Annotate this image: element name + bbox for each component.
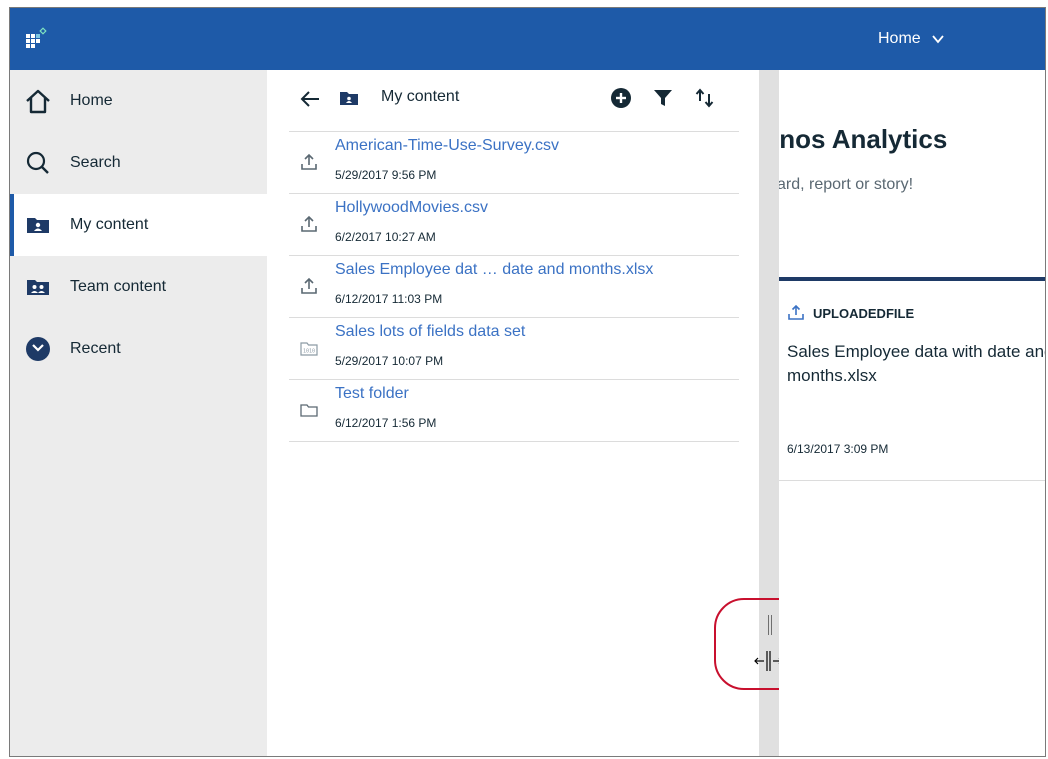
nav-item-recent[interactable]: Recent — [10, 318, 267, 380]
item-name[interactable]: HollywoodMovies.csv — [335, 199, 488, 217]
grip-icon[interactable] — [766, 614, 774, 636]
card-type-label: UPLOADEDFILE — [813, 305, 915, 321]
list-item[interactable]: American-Time-Use-Survey.csv 5/29/2017 9… — [289, 132, 739, 194]
top-bar: Home — [10, 8, 1045, 70]
folder-icon — [300, 404, 318, 417]
nav-item-search[interactable]: Search — [10, 132, 267, 194]
welcome-page-background: ınos Analytics ard, report or story! UPL… — [779, 70, 1045, 756]
plus-circle-icon — [611, 88, 631, 108]
sort-icon — [695, 88, 714, 108]
svg-text:1010: 1010 — [303, 349, 315, 355]
search-icon — [24, 149, 52, 177]
upload-icon — [301, 153, 317, 170]
upload-icon — [301, 277, 317, 294]
nav-item-team-content[interactable]: Team content — [10, 256, 267, 318]
nav-item-label: Team content — [70, 278, 167, 295]
left-nav: Home Search My content Team content Rece… — [10, 70, 267, 756]
app-logo-icon[interactable] — [26, 26, 50, 50]
item-date: 6/12/2017 1:56 PM — [335, 416, 437, 430]
card-divider — [779, 480, 1045, 481]
item-date: 6/2/2017 10:27 AM — [335, 230, 436, 244]
app-window: Home Home Search My content Team content… — [9, 7, 1046, 757]
nav-item-label: My content — [70, 216, 149, 233]
nav-item-label: Recent — [70, 340, 121, 357]
filter-icon — [654, 90, 672, 106]
nav-item-label: Home — [70, 92, 113, 109]
list-item[interactable]: Sales Employee dat … date and months.xls… — [289, 256, 739, 318]
recent-card-type: UPLOADEDFILE — [787, 304, 914, 322]
card-divider — [779, 277, 1045, 281]
folder-user-icon — [340, 92, 358, 105]
item-name[interactable]: Sales lots of fields data set — [335, 323, 525, 341]
item-date: 6/12/2017 11:03 PM — [335, 292, 443, 306]
panel-title: My content — [381, 88, 460, 105]
chevron-down-icon — [931, 35, 944, 44]
recent-card-date: 6/13/2017 3:09 PM — [787, 442, 889, 456]
item-date: 5/29/2017 9:56 PM — [335, 168, 437, 182]
upload-icon — [301, 215, 317, 232]
home-menu-label: Home — [878, 30, 921, 47]
nav-item-label: Search — [70, 154, 121, 171]
welcome-title: ınos Analytics — [779, 124, 948, 154]
list-item[interactable]: 1010 Sales lots of fields data set 5/29/… — [289, 318, 739, 380]
home-menu-button[interactable]: Home — [878, 8, 945, 70]
panel-header: My content — [289, 70, 739, 132]
folder-user-icon — [24, 211, 52, 239]
welcome-subtitle: ard, report or story! — [779, 176, 914, 193]
recent-card-name[interactable]: Sales Employee data with date and months… — [787, 340, 1045, 388]
folder-team-icon — [24, 273, 52, 301]
list-item[interactable]: HollywoodMovies.csv 6/2/2017 10:27 AM — [289, 194, 739, 256]
clock-icon — [24, 335, 52, 363]
my-content-panel: My content American-Time-Use-Survey.csv … — [267, 70, 759, 756]
back-arrow-icon[interactable] — [299, 88, 321, 110]
filter-button[interactable] — [651, 86, 675, 110]
home-icon — [24, 87, 52, 115]
item-date: 5/29/2017 10:07 PM — [335, 354, 444, 368]
data-set-icon: 1010 — [300, 342, 318, 356]
add-button[interactable] — [609, 86, 633, 110]
nav-item-my-content[interactable]: My content — [10, 194, 267, 256]
nav-item-home[interactable]: Home — [10, 70, 267, 132]
sort-button[interactable] — [693, 86, 717, 110]
item-name[interactable]: Test folder — [335, 385, 409, 403]
item-name[interactable]: Sales Employee dat … date and months.xls… — [335, 261, 653, 279]
upload-icon — [788, 304, 804, 320]
item-name[interactable]: American-Time-Use-Survey.csv — [335, 137, 559, 155]
list-item[interactable]: Test folder 6/12/2017 1:56 PM — [289, 380, 739, 442]
